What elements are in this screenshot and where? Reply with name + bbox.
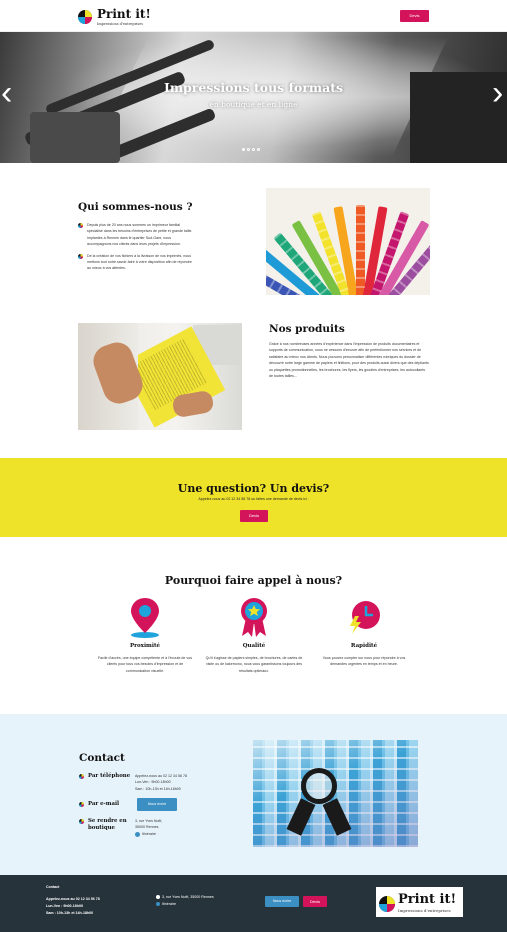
address-details: 3, rue Yves Noël, 35000 Rennes Itinérair… — [135, 818, 162, 837]
feature-title: Rapidité — [350, 643, 378, 649]
feature-title: Qualité — [242, 643, 266, 649]
about-text: Depuis plus de 20 ans nous sommes un imp… — [78, 218, 194, 272]
color-swatch-image — [266, 188, 430, 295]
contact-email-row: Par e-mail — [79, 801, 119, 808]
site-header: Print it! Impressions d'entreprises Devi… — [0, 0, 507, 32]
feature-rapidite: Rapidité Vous pouvez compter sur nous po… — [314, 596, 414, 668]
cmyk-bullet-icon — [79, 774, 84, 779]
cmyk-logo-icon — [78, 10, 92, 24]
quote-banner: Une question? Un devis? Appelez-nous au … — [0, 458, 507, 537]
contact-phone-row: Par téléphone — [79, 773, 130, 780]
products-paragraph: Grâce à nos nombreuses années d'expérien… — [269, 342, 429, 379]
footer-address-row: 3, rue Yves Noël, 35000 Rennes — [156, 894, 214, 900]
contact-title: Contact — [79, 752, 125, 764]
feature-title: Proximité — [129, 643, 161, 649]
map-pin-icon — [131, 598, 159, 638]
feature-text: Qu'il s'agisse de papiers simples, de br… — [205, 656, 303, 673]
cmyk-bullet-icon — [78, 223, 83, 228]
map-link[interactable]: Itinéraire — [135, 831, 162, 837]
footer-hours-saturday: Sam : 10h-13h et 14h-18h00 — [46, 911, 94, 915]
clock-lightning-icon — [350, 601, 380, 634]
contact-visit-row: Se rendre en boutique — [79, 818, 132, 831]
list-item: De la création de vos fichiers à la livr… — [78, 253, 194, 272]
header-devis-button[interactable]: Devis — [400, 10, 429, 22]
logo-title: Print it! — [97, 7, 151, 21]
footer-heading: Contact — [46, 885, 60, 889]
award-ribbon-icon — [241, 598, 267, 637]
footer-logo[interactable]: Print it! Impressions d'entreprises — [376, 887, 463, 917]
visit-label: Se rendre en boutique — [88, 818, 127, 831]
cmyk-logo-icon — [379, 896, 395, 912]
chevron-left-icon[interactable]: ‹ — [1, 76, 12, 110]
carousel-dot[interactable] — [257, 148, 260, 151]
why-title: Pourquoi faire appel à nous? — [164, 574, 343, 587]
footer-phone[interactable]: Appelez-nous au 02 12 34 56 78 — [46, 896, 100, 902]
carousel-dot[interactable] — [242, 148, 245, 151]
hours-saturday: Sam : 10h-13h et 14h-18h00 — [135, 786, 181, 791]
about-paragraph-2: De la création de vos fichiers à la livr… — [87, 253, 192, 271]
footer-logo-title: Print it! — [398, 892, 457, 907]
footer-address: 3, rue Yves Noël, 35000 Rennes — [162, 895, 214, 899]
hero-title: Impressions tous formats — [163, 80, 344, 95]
carousel-dot[interactable] — [247, 148, 250, 151]
loupe-photo — [253, 740, 418, 847]
chevron-right-icon[interactable]: › — [492, 76, 503, 110]
footer-map-link[interactable]: Itinéraire — [156, 901, 176, 907]
hero-subtitle: en boutique et en ligne — [209, 100, 298, 109]
cmyk-bullet-icon — [78, 253, 83, 259]
carousel-dot[interactable] — [252, 148, 255, 151]
carousel-indicators — [242, 148, 260, 151]
logo[interactable]: Print it! Impressions d'entreprises — [78, 7, 158, 29]
feature-text: Vous pouvez compter sur nous pour répond… — [322, 656, 406, 667]
footer-email-button[interactable]: Nous écrire — [265, 896, 299, 907]
map-icon — [156, 902, 160, 907]
cmyk-bullet-icon — [79, 802, 84, 807]
brochure-photo — [78, 323, 242, 430]
footer-hours-weekday: Lun-Ven : 9h00-18h00 — [46, 904, 83, 908]
about-title: Qui sommes-nous ? — [78, 201, 193, 213]
phone-label: Par téléphone — [88, 773, 131, 779]
email-button[interactable]: Nous écrire — [137, 798, 177, 811]
products-title: Nos produits — [269, 323, 345, 335]
footer-logo-subtitle: Impressions d'entreprises — [398, 908, 451, 913]
list-item: Depuis plus de 20 ans nous sommes un imp… — [78, 222, 194, 248]
quote-text: Appelez-nous au 02 12 34 56 78 ou faites… — [198, 497, 309, 501]
location-icon — [156, 895, 160, 900]
footer-devis-button[interactable]: Devis — [303, 896, 327, 907]
site-footer: Contact Appelez-nous au 02 12 34 56 78 L… — [0, 875, 507, 932]
cmyk-bullet-icon — [79, 819, 84, 824]
feature-qualite: Qualité Qu'il s'agisse de papiers simple… — [204, 596, 304, 674]
email-label: Par e-mail — [88, 801, 120, 807]
footer-map-label[interactable]: Itinéraire — [162, 901, 176, 907]
about-paragraph-1: Depuis plus de 20 ans nous sommes un imp… — [87, 223, 193, 247]
map-icon — [135, 831, 140, 837]
phone-details: Appelez-nous au 02 12 34 56 78 Lun-Ven :… — [135, 773, 187, 792]
quote-title: Une question? Un devis? — [177, 482, 330, 495]
hero-carousel: Impressions tous formats en boutique et … — [0, 32, 507, 163]
quote-devis-button[interactable]: Devis — [240, 510, 268, 522]
feature-proximite: Proximité Facile d'accès, une équipe com… — [95, 596, 195, 674]
map-link-label[interactable]: Itinéraire — [142, 831, 156, 837]
logo-subtitle: Impressions d'entreprises — [97, 22, 144, 26]
feature-text: Facile d'accès, une équipe compétente et… — [97, 656, 193, 673]
